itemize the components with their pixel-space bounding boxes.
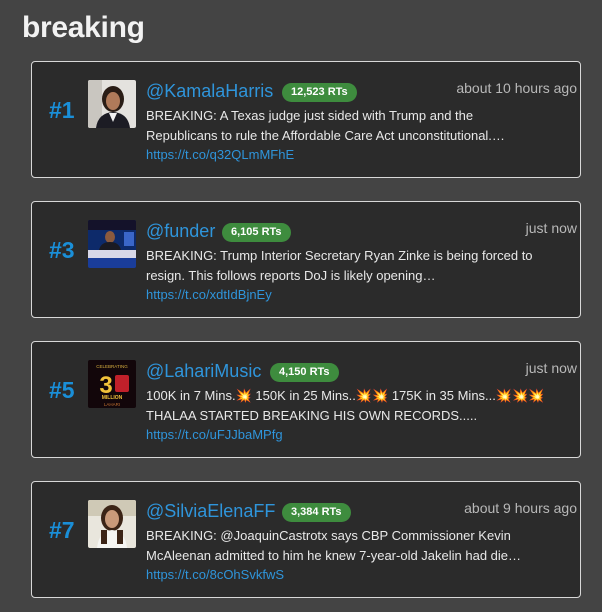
tweet-link[interactable]: https://t.co/xdtIdBjnEy: [146, 287, 272, 302]
tweet-author-handle[interactable]: @KamalaHarris: [146, 81, 273, 102]
avatar-image: CELEBRATING 3 MILLION LAHARI: [88, 360, 136, 408]
avatar[interactable]: [88, 80, 136, 128]
tweet-text-line-1: BREAKING: @JoaquinCastrotx says CBP Comm…: [146, 528, 511, 543]
tweet-author-handle[interactable]: @SilviaElenaFF: [146, 501, 275, 522]
tweet-text: BREAKING: Trump Interior Secretary Ryan …: [146, 246, 578, 286]
tweet-text-line-2: McAleenan admitted to him he knew 7-year…: [146, 548, 522, 563]
tweet-text: BREAKING: A Texas judge just sided with …: [146, 106, 578, 146]
tweet-text-line-1: BREAKING: A Texas judge just sided with …: [146, 108, 474, 123]
retweet-count-badge: 6,105 RTs: [222, 223, 291, 242]
avatar[interactable]: [88, 500, 136, 548]
tweet-timestamp: about 10 hours ago: [456, 80, 577, 96]
retweet-count-badge: 4,150 RTs: [270, 363, 339, 382]
tweet-text: 100K in 7 Mins.💥 150K in 25 Mins..💥💥 175…: [146, 386, 578, 426]
avatar-caption-top: CELEBRATING: [96, 364, 128, 369]
tweet-author-handle[interactable]: @LahariMusic: [146, 361, 261, 382]
avatar-image: [88, 500, 136, 548]
tweet-author-handle[interactable]: @funder: [146, 221, 215, 242]
tweet-card[interactable]: #7 @SilviaElenaFF 3,384 RTs about 9 hour…: [31, 481, 581, 598]
avatar-caption-brand: LAHARI: [104, 402, 120, 407]
retweet-count-badge: 12,523 RTs: [282, 83, 357, 102]
tweet-timestamp: about 9 hours ago: [464, 500, 577, 516]
avatar[interactable]: [88, 220, 136, 268]
avatar-image: [88, 80, 136, 128]
tweet-link[interactable]: https://t.co/uFJJbaMPfg: [146, 427, 283, 442]
tweet-card[interactable]: #1 @KamalaHarris 12,523 RTs about 10 hou…: [31, 61, 581, 178]
tweet-link[interactable]: https://t.co/q32QLmMFhE: [146, 147, 294, 162]
rank-label: #7: [49, 517, 75, 543]
tweet-timestamp: just now: [525, 360, 577, 376]
tweet-text-line-1: 100K in 7 Mins.💥 150K in 25 Mins..💥💥 175…: [146, 388, 545, 403]
tweet-card[interactable]: #3 @funder 6,105 RTs just now BREAKING: …: [31, 201, 581, 318]
tweet-timestamp: just now: [525, 220, 577, 236]
tweet-text-line-1: BREAKING: Trump Interior Secretary Ryan …: [146, 248, 533, 263]
tweet-text-line-2: THALAA STARTED BREAKING HIS OWN RECORDS.…: [146, 408, 478, 423]
retweet-count-badge: 3,384 RTs: [282, 503, 351, 522]
rank-label: #1: [49, 97, 75, 123]
tweet-card[interactable]: #5 CELEBRATING 3 MILLION LAHARI @LahariM…: [31, 341, 581, 458]
rank-label: #5: [49, 377, 75, 403]
avatar[interactable]: CELEBRATING 3 MILLION LAHARI: [88, 360, 136, 408]
avatar-image: [88, 220, 136, 268]
rank-label: #3: [49, 237, 75, 263]
tweet-text: BREAKING: @JoaquinCastrotx says CBP Comm…: [146, 526, 578, 566]
tweet-link[interactable]: https://t.co/8cOhSvkfwS: [146, 567, 284, 582]
avatar-caption-bottom: MILLION: [102, 395, 123, 401]
tweet-text-line-2: resign. This follows reports DoJ is like…: [146, 268, 436, 283]
page-title: breaking: [22, 11, 145, 44]
tweet-text-line-2: Republicans to rule the Affordable Care …: [146, 128, 505, 143]
